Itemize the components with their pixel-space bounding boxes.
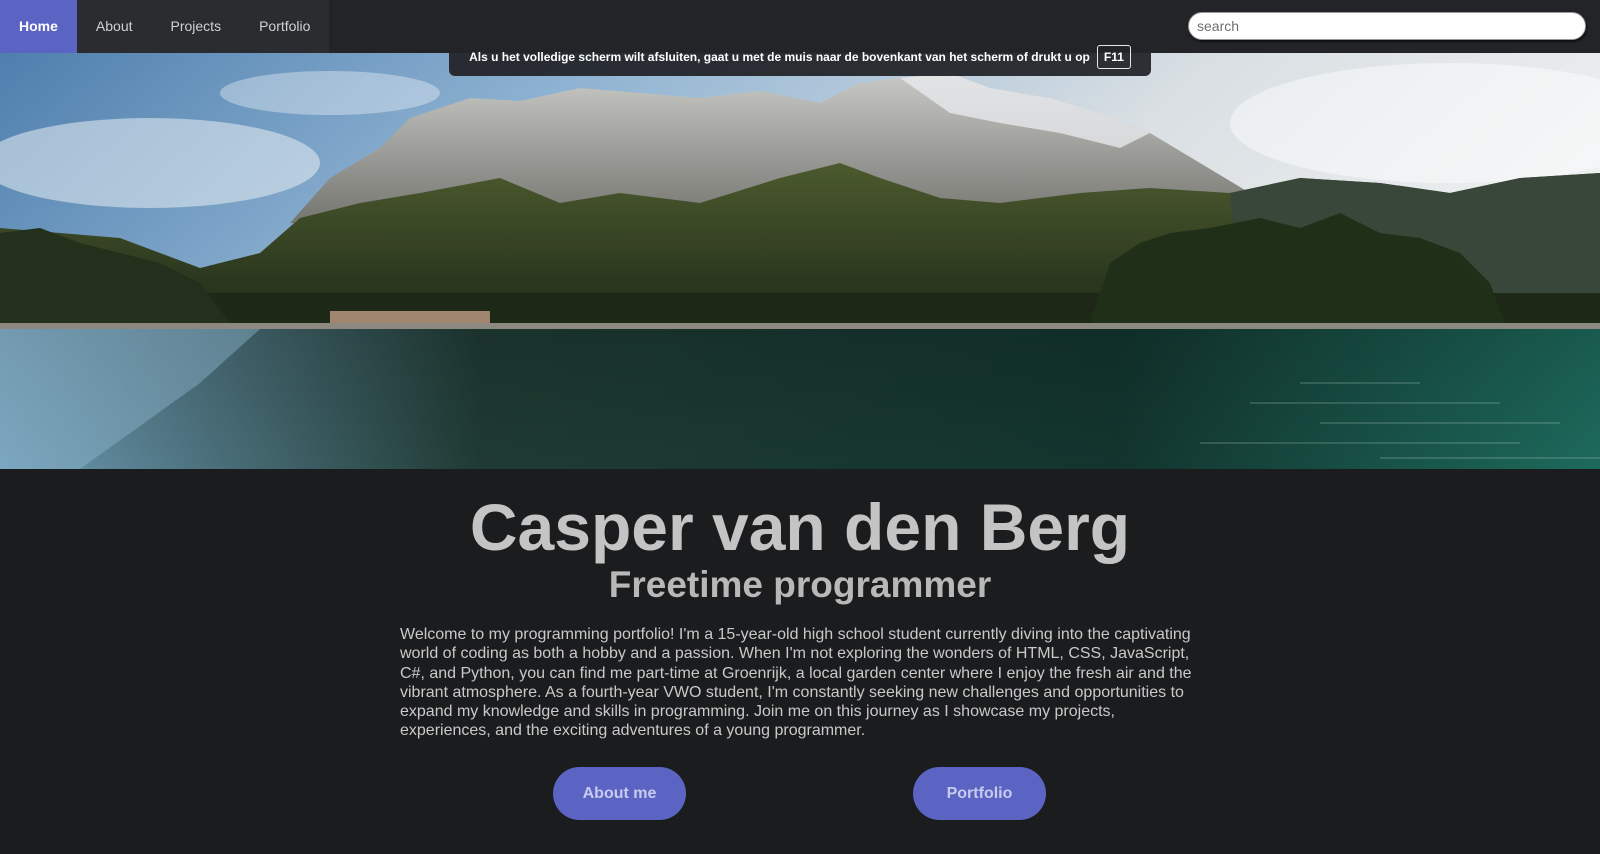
about-me-button[interactable]: About me [553,767,686,820]
mountain-lake-landscape-icon [0,53,1600,469]
search-input[interactable] [1188,12,1586,40]
main-content: Casper van den Berg Freetime programmer … [0,469,1600,854]
page-title: Casper van den Berg [469,490,1131,564]
nav-item-home[interactable]: Home [0,0,77,53]
intro-paragraph: Welcome to my programming portfolio! I'm… [400,626,1192,740]
portfolio-button[interactable]: Portfolio [913,767,1046,820]
nav-item-about[interactable]: About [77,0,152,53]
nav-item-portfolio[interactable]: Portfolio [240,0,329,53]
fullscreen-notice: Als u het volledige scherm wilt afsluite… [449,38,1151,76]
nav-item-projects[interactable]: Projects [152,0,241,53]
page-subtitle: Freetime programmer [608,564,992,605]
fullscreen-notice-text: Als u het volledige scherm wilt afsluite… [469,50,1090,64]
f11-key-badge: F11 [1096,45,1131,69]
hero-banner-image [0,53,1600,469]
nav-menu: Home About Projects Portfolio [0,0,330,53]
